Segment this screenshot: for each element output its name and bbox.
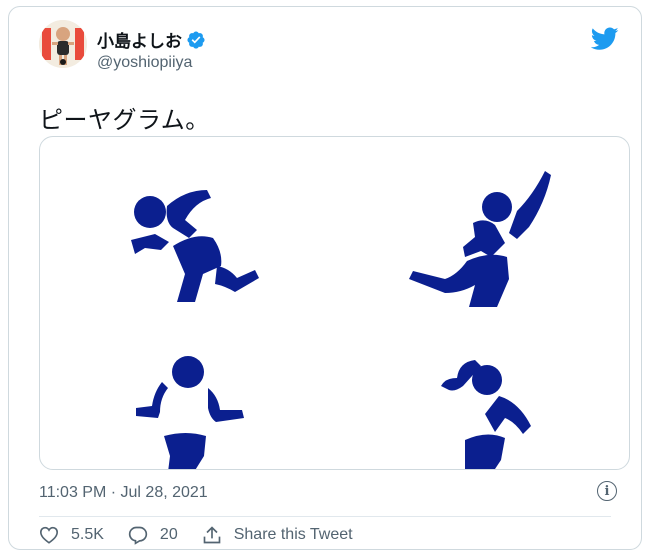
tweet-card[interactable]: 小島よしお @yoshiopiiya ピーヤグラム。 11:03 PM · Ju… xyxy=(8,6,642,550)
avatar-image xyxy=(39,20,87,68)
reply-count: 20 xyxy=(159,526,178,543)
action-bar: 5.5K 20 Share this Tweet xyxy=(39,525,377,545)
tweet-media[interactable] xyxy=(39,136,630,470)
pictogram-figure-2 xyxy=(409,171,551,307)
verified-badge-icon xyxy=(187,30,205,49)
info-icon[interactable]: i xyxy=(597,481,617,501)
author-handle[interactable]: @yoshiopiiya xyxy=(97,54,192,72)
share-button[interactable]: Share this Tweet xyxy=(202,525,353,545)
divider xyxy=(39,516,611,517)
heart-icon xyxy=(39,526,59,544)
share-label: Share this Tweet xyxy=(233,526,353,543)
tweet-timestamp[interactable]: 11:03 PM · Jul 28, 2021 xyxy=(39,484,208,502)
share-icon xyxy=(203,526,221,544)
reply-button[interactable]: 20 xyxy=(128,525,178,545)
pictogram-figure-1 xyxy=(131,190,259,302)
author-name-row[interactable]: 小島よしお xyxy=(97,27,206,52)
pictogram-figure-4 xyxy=(441,360,531,469)
twitter-bird-icon[interactable] xyxy=(591,27,619,51)
like-count: 5.5K xyxy=(71,526,104,543)
avatar[interactable] xyxy=(39,20,87,68)
author-display-name[interactable]: 小島よしお xyxy=(97,27,182,52)
tweet-text: ピーヤグラム。 xyxy=(39,107,210,134)
reply-icon xyxy=(128,526,148,545)
like-button[interactable]: 5.5K xyxy=(39,526,104,544)
pictogram-figure-3 xyxy=(136,356,244,469)
